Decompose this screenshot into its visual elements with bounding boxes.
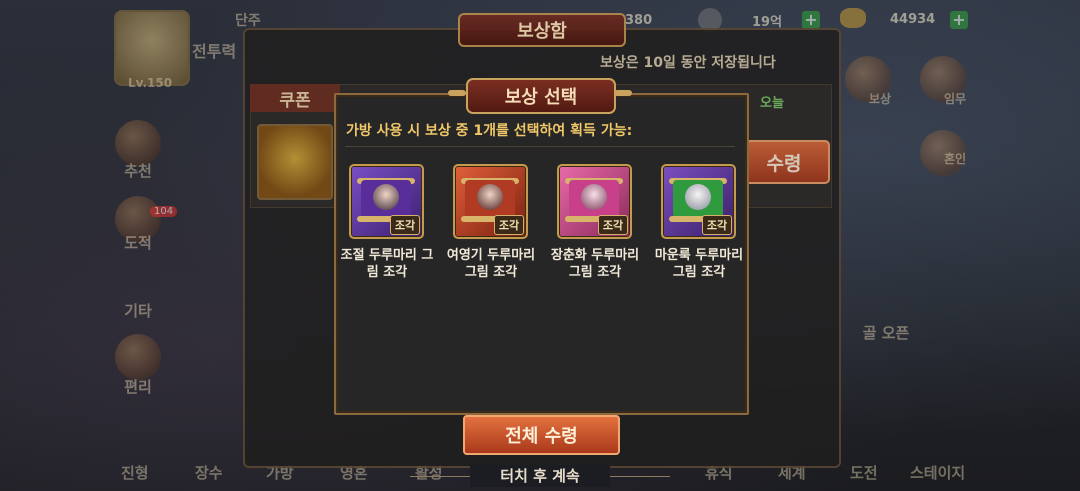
right-menu-marriage[interactable]: 혼인 [925,150,985,167]
resource-c-value: 44934 [890,12,936,27]
mailbox-title: 보상함 [458,13,626,47]
nav-challenge[interactable]: 도전 [850,462,878,483]
left-menu-convenience[interactable]: 편리 [108,376,168,397]
character-portrait-icon [373,184,399,210]
mailbox-notice: 보상은 10일 동안 저장됩니다 [600,55,776,71]
reward-item-3[interactable]: 조각 장춘화 두루마리 그림 조각 [551,164,639,281]
nav-generals[interactable]: 장수 [195,462,223,483]
reward-item-1[interactable]: 조각 조절 두루마리 그림 조각 [341,164,433,281]
add-resource-b-button[interactable]: + [802,11,820,29]
right-menu-mission[interactable]: 임무 [925,90,985,107]
gold-ingot-icon [840,8,866,28]
character-portrait-icon [477,184,503,210]
left-menu-recommend[interactable]: 추천 [108,160,168,181]
dialog-title: 보상 선택 [466,78,616,114]
resource-a-value: 380 [625,13,653,28]
reward-item-name: 조절 두루마리 그림 조각 [340,248,434,280]
convenience-icon[interactable] [115,334,161,380]
reward-item-frame[interactable]: 조각 [661,164,736,239]
reward-item-2[interactable]: 조각 여영기 두루마리 그림 조각 [447,164,535,281]
touch-to-continue[interactable]: 터치 후 계속 [470,465,610,487]
title-ornament-right-icon [614,90,632,96]
coupon-tab: 쿠폰 [250,84,340,112]
title-ornament-left-icon [448,90,466,96]
nav-formation[interactable]: 진형 [121,462,149,483]
character-portrait-icon [685,184,711,210]
right-menu-open[interactable]: 골 오픈 [846,322,926,343]
power-label: 전투력 [192,42,237,61]
piece-tag: 조각 [390,215,420,235]
reward-item-name: 장춘화 두루마리 그림 조각 [550,248,640,280]
reward-item-frame[interactable]: 조각 [453,164,528,239]
reward-item-name: 여영기 두루마리 그림 조각 [446,248,536,280]
receive-all-button[interactable]: 전체 수령 [463,415,620,455]
dialog-divider [345,146,735,147]
character-portrait-icon [581,184,607,210]
piece-tag: 조각 [598,215,628,235]
dialog-instruction: 가방 사용 시 보상 중 1개를 선택하여 획득 가능: [346,123,633,139]
reward-item-frame[interactable]: 조각 [349,164,424,239]
player-avatar[interactable] [114,10,190,86]
chest-icon [257,124,333,200]
add-resource-c-button[interactable]: + [950,11,968,29]
receive-button[interactable]: 수령 [738,140,830,184]
reward-item-name: 마운룩 두루마리 그림 조각 [654,248,744,280]
today-label: 오늘 [760,96,784,111]
reward-item-frame[interactable]: 조각 [557,164,632,239]
thief-badge: 104 [150,206,178,217]
left-menu-thief[interactable]: 도적 [108,232,168,253]
right-menu-reward[interactable]: 보상 [850,90,910,107]
nav-stage[interactable]: 스테이지 [910,462,965,483]
top-label: 단주 [235,13,261,29]
piece-tag: 조각 [494,215,524,235]
piece-tag: 조각 [702,215,732,235]
player-level: Lv.150 [128,76,173,90]
reward-item-4[interactable]: 조각 마운룩 두루마리 그림 조각 [655,164,743,281]
left-menu-etc[interactable]: 기타 [108,300,168,321]
